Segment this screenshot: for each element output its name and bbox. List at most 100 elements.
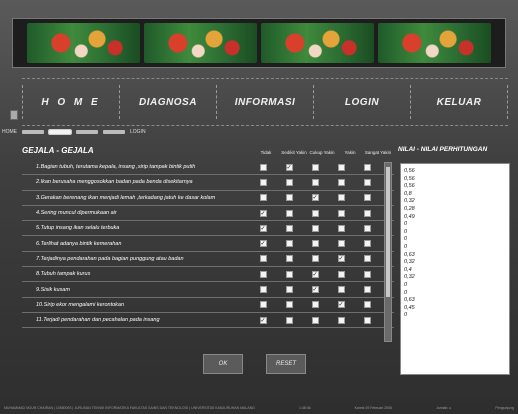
nilai-value: 0,45 (404, 304, 415, 311)
main-navigation: H O M E DIAGNOSA INFORMASI LOGIN KELUAR (22, 78, 508, 126)
answer-checkbox[interactable]: ✓ (311, 286, 319, 294)
nilai-value: 0,8 (404, 190, 412, 197)
answer-cell: ✓ (302, 194, 328, 202)
symptom-table: 1.Bagian tubuh, terutama kepala, insang … (22, 160, 394, 344)
nav-keluar[interactable]: KELUAR (410, 85, 508, 119)
nilai-title: NILAI - NILAI PERHITUNGAN (398, 146, 488, 153)
answer-checkbox[interactable] (363, 224, 371, 232)
answer-checkbox[interactable] (285, 178, 293, 186)
footer-pengunjung: Pengunjung (495, 406, 514, 410)
answer-checkbox[interactable] (363, 178, 371, 186)
answer-checkbox[interactable] (363, 209, 371, 217)
answer-checkbox[interactable]: ✓ (311, 194, 319, 202)
answer-checkbox[interactable] (311, 240, 319, 248)
answer-checkbox[interactable] (337, 209, 345, 217)
nav-informasi[interactable]: INFORMASI (216, 85, 313, 119)
answer-checkbox[interactable] (259, 286, 267, 294)
answer-checkbox[interactable] (363, 316, 371, 324)
table-row: 7.Terjadinya pendarahan pada bagian pung… (22, 252, 394, 268)
breadcrumb-link[interactable] (76, 130, 98, 134)
answer-checkbox[interactable] (259, 301, 267, 309)
answer-checkbox[interactable] (363, 301, 371, 309)
answer-checkbox[interactable] (363, 286, 371, 294)
footer-credits: MUHAMMAD NOUR CHAIRAN | 10580093 | JURUS… (4, 406, 255, 410)
breadcrumb-link[interactable] (22, 130, 44, 134)
answer-checkbox[interactable] (285, 209, 293, 217)
answer-checkbox[interactable] (285, 240, 293, 248)
answer-checkbox[interactable]: ✓ (259, 316, 267, 324)
answer-checkbox[interactable] (337, 316, 345, 324)
answer-cell (276, 316, 302, 324)
answer-checkbox[interactable]: ✓ (259, 240, 267, 248)
nav-diagnosa[interactable]: DIAGNOSA (119, 85, 216, 119)
answer-cell (302, 178, 328, 186)
col-tidak: Tidak (260, 150, 272, 155)
answer-checkbox[interactable] (337, 178, 345, 186)
answer-checkbox[interactable] (337, 224, 345, 232)
answer-checkbox[interactable] (363, 270, 371, 278)
answer-checkbox[interactable] (259, 270, 267, 278)
table-row: 6.Terlihat adanya bintik kemerahan ✓ (22, 236, 394, 252)
answer-checkbox[interactable] (259, 255, 267, 263)
reset-button[interactable]: RESET (266, 354, 306, 374)
col-yakin: Yakin (344, 150, 356, 155)
answer-cells: ✓ (250, 270, 380, 278)
symptom-label: 4.Sering muncul dipermukaan air (36, 210, 117, 217)
answer-checkbox[interactable]: ✓ (259, 224, 267, 232)
table-row: 10.Sirip ekor mengalami kerontokan ✓ (22, 298, 394, 313)
answer-checkbox[interactable]: ✓ (285, 163, 293, 171)
answer-checkbox[interactable]: ✓ (337, 255, 345, 263)
answer-cell (354, 286, 380, 294)
answer-checkbox[interactable] (259, 163, 267, 171)
answer-checkbox[interactable] (285, 224, 293, 232)
answer-cell: ✓ (328, 301, 354, 309)
answer-checkbox[interactable] (285, 270, 293, 278)
answer-checkbox[interactable]: ✓ (259, 209, 267, 217)
nav-toggle-icon[interactable] (10, 110, 18, 120)
scrollbar-thumb[interactable] (386, 167, 390, 297)
answer-checkbox[interactable] (285, 194, 293, 202)
breadcrumb-link-active[interactable] (48, 129, 72, 135)
koi-fish-image (27, 23, 140, 63)
answer-checkbox[interactable] (363, 255, 371, 263)
answer-checkbox[interactable] (363, 194, 371, 202)
nav-home[interactable]: H O M E (22, 85, 119, 119)
answer-checkbox[interactable] (337, 270, 345, 278)
answer-checkbox[interactable] (337, 194, 345, 202)
col-sedikit-yakin: Sedikit Yakin (281, 150, 307, 155)
ok-button[interactable]: OK (203, 354, 243, 374)
breadcrumb-login[interactable]: LOGIN (130, 129, 146, 135)
answer-cell (276, 224, 302, 232)
gejala-title: GEJALA - GEJALA (22, 146, 94, 155)
symptom-table-scrollbar[interactable] (384, 162, 392, 342)
answer-checkbox[interactable]: ✓ (337, 301, 345, 309)
breadcrumb: HOME LOGIN (0, 127, 200, 137)
answer-checkbox[interactable] (363, 240, 371, 248)
answer-cell (276, 178, 302, 186)
answer-cell: ✓ (250, 240, 276, 248)
answer-checkbox[interactable] (363, 163, 371, 171)
answer-checkbox[interactable] (259, 194, 267, 202)
answer-checkbox[interactable] (337, 163, 345, 171)
answer-cell (276, 255, 302, 263)
answer-checkbox[interactable] (285, 301, 293, 309)
koi-fish-image (144, 23, 257, 63)
answer-checkbox[interactable] (311, 209, 319, 217)
answer-checkbox[interactable] (285, 286, 293, 294)
answer-checkbox[interactable] (337, 240, 345, 248)
answer-checkbox[interactable]: ✓ (311, 270, 319, 278)
answer-cell (250, 163, 276, 171)
answer-checkbox[interactable] (311, 301, 319, 309)
answer-checkbox[interactable] (311, 178, 319, 186)
answer-checkbox[interactable] (337, 286, 345, 294)
answer-checkbox[interactable] (259, 178, 267, 186)
answer-checkbox[interactable] (311, 224, 319, 232)
answer-checkbox[interactable] (285, 316, 293, 324)
answer-checkbox[interactable] (285, 255, 293, 263)
answer-checkbox[interactable] (311, 255, 319, 263)
nav-login[interactable]: LOGIN (313, 85, 410, 119)
answer-checkbox[interactable] (311, 163, 319, 171)
breadcrumb-home[interactable]: HOME (2, 129, 17, 135)
breadcrumb-link[interactable] (103, 130, 125, 134)
answer-checkbox[interactable] (311, 316, 319, 324)
